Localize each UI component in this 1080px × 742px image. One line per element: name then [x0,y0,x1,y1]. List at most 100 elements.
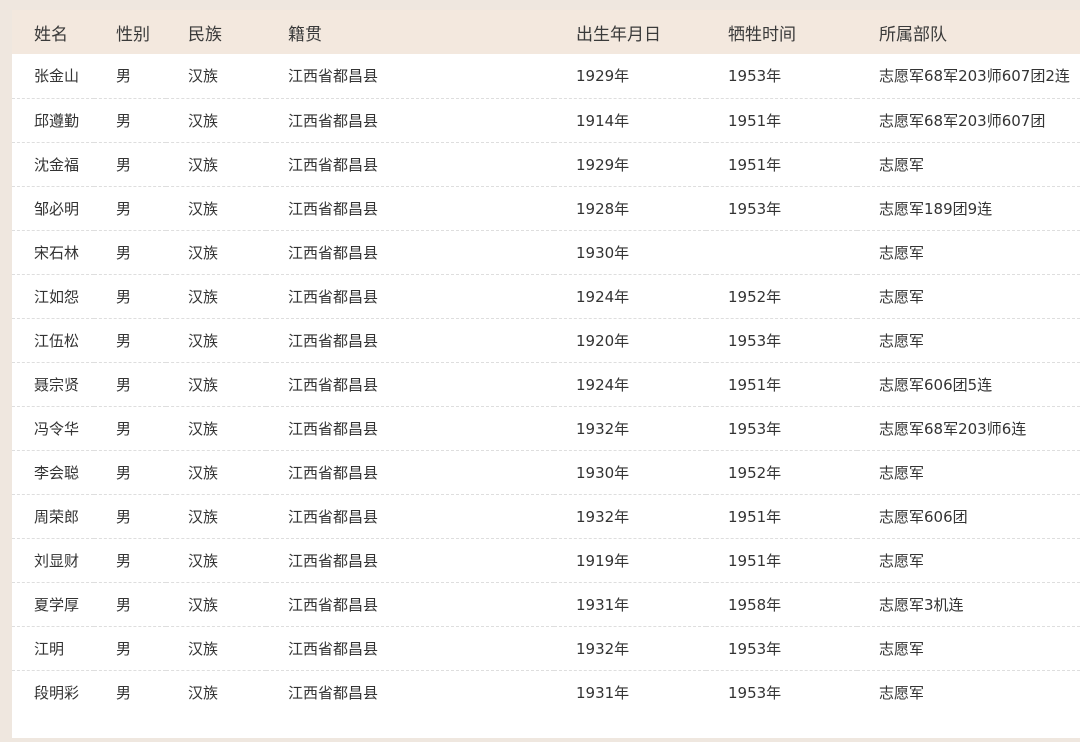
header-name: 姓名 [34,24,68,45]
table-row: 夏学厚 男 汉族 江西省都昌县 1931年 1958年 志愿军3机连 [12,582,1080,626]
cell-native-place: 江西省都昌县 [288,331,379,350]
martyr-table-panel: 姓名 性别 民族 籍贯 出生年月日 牺牲时间 所属部队 张金山男汉族 江西省都昌县… [12,10,1080,738]
header-gender: 性别 [116,24,150,45]
cell-ethnicity: 汉族 [188,419,219,438]
table-row: 冯令华 男 汉族 江西省都昌县 1932年 1953年 志愿军68军203师6连 [12,406,1080,450]
header-native-place: 籍贯 [288,24,322,45]
cell-gender: 男 [116,111,132,130]
cell-birth-date: 1929年 [576,155,630,174]
cell-birth-date: 1932年 [576,507,630,526]
cell-unit: 志愿军3机连 [879,595,964,614]
cell-unit: 志愿军 [879,639,925,658]
cell-unit: 志愿军68军203师607团2连 [879,67,1070,86]
cell-death-date: 1951年 [728,155,782,174]
cell-name: 段明彩 [34,683,80,702]
cell-death-date: 1953年 [728,67,782,86]
table-row: 宋石林 男 汉族 江西省都昌县 1930年 志愿军 [12,230,1080,274]
cell-unit: 志愿军68军203师6连 [879,419,1027,438]
table-header: 姓名 性别 民族 籍贯 出生年月日 牺牲时间 所属部队 [12,10,1080,54]
cell-death-date: 1953年 [728,199,782,218]
table-row: 邱遵勤 男 汉族 江西省都昌县 1914年 1951年 志愿军68军203师607团 [12,98,1080,142]
cell-unit: 志愿军189团9连 [879,199,993,218]
cell-birth-date: 1929年 [576,67,630,86]
cell-name: 江如怨 [34,287,80,306]
table-row: 沈金福 男 汉族 江西省都昌县 1929年 1951年 志愿军 [12,142,1080,186]
martyr-table: 姓名 性别 民族 籍贯 出生年月日 牺牲时间 所属部队 张金山男汉族 江西省都昌县… [12,10,1080,714]
cell-death-date: 1951年 [728,507,782,526]
cell-name: 刘显财 [34,551,80,570]
table-row: 刘显财 男 汉族 江西省都昌县 1919年 1951年 志愿军 [12,538,1080,582]
cell-death-date: 1958年 [728,595,782,614]
cell-native-place: 江西省都昌县 [288,551,379,570]
cell-ethnicity: 汉族 [188,67,219,86]
table-row: 张金山 男 汉族 江西省都昌县 1929年 1953年 志愿军68军203师607团2连 [12,54,1080,98]
cell-gender: 男 [116,243,132,262]
cell-gender: 男 [116,375,132,394]
cell-name: 聂宗贤 [34,375,80,394]
cell-unit: 志愿军 [879,331,925,350]
cell-name: 邱遵勤 [34,111,80,130]
cell-birth-date: 1930年 [576,243,630,262]
cell-native-place: 江西省都昌县 [288,111,379,130]
cell-unit: 志愿军68军203师607团 [879,111,1046,130]
cell-name: 周荣郎 [34,507,80,526]
cell-native-place: 江西省都昌县 [288,419,379,438]
cell-gender: 男 [116,463,132,482]
cell-gender: 男 [116,683,132,702]
cell-ethnicity: 汉族 [188,199,219,218]
cell-birth-date: 1914年 [576,111,630,130]
cell-gender: 男 [116,155,132,174]
cell-death-date: 1951年 [728,375,782,394]
cell-ethnicity: 汉族 [188,595,219,614]
cell-name: 张金山 [34,67,80,86]
cell-birth-date: 1932年 [576,639,630,658]
cell-gender: 男 [116,287,132,306]
cell-death-date: 1951年 [728,111,782,130]
cell-ethnicity: 汉族 [188,683,219,702]
cell-native-place: 江西省都昌县 [288,375,379,394]
cell-gender: 男 [116,67,132,86]
cell-death-date: 1953年 [728,331,782,350]
cell-death-date: 1952年 [728,463,782,482]
cell-gender: 男 [116,331,132,350]
cell-unit: 志愿军 [879,243,925,262]
cell-ethnicity: 汉族 [188,463,219,482]
cell-birth-date: 1920年 [576,331,630,350]
cell-ethnicity: 汉族 [188,243,219,262]
cell-birth-date: 1924年 [576,375,630,394]
cell-unit: 志愿军606团5连 [879,375,993,394]
cell-native-place: 江西省都昌县 [288,639,379,658]
cell-name: 夏学厚 [34,595,80,614]
cell-ethnicity: 汉族 [188,331,219,350]
table-row: 聂宗贤 男 汉族 江西省都昌县 1924年 1951年 志愿军606团5连 [12,362,1080,406]
cell-gender: 男 [116,199,132,218]
cell-ethnicity: 汉族 [188,155,219,174]
cell-unit: 志愿军 [879,287,925,306]
table-row: 江明 男 汉族 江西省都昌县 1932年 1953年 志愿军 [12,626,1080,670]
table-row: 周荣郎 男 汉族 江西省都昌县 1932年 1951年 志愿军606团 [12,494,1080,538]
cell-unit: 志愿军 [879,463,925,482]
cell-native-place: 江西省都昌县 [288,683,379,702]
cell-ethnicity: 汉族 [188,639,219,658]
cell-gender: 男 [116,639,132,658]
cell-death-date: 1953年 [728,419,782,438]
header-death-date: 牺牲时间 [728,24,796,45]
cell-name: 江伍松 [34,331,80,350]
cell-death-date [706,230,857,274]
table-row: 段明彩 男 汉族 江西省都昌县 1931年 1953年 志愿军 [12,670,1080,714]
cell-unit: 志愿军606团 [879,507,968,526]
cell-native-place: 江西省都昌县 [288,199,379,218]
cell-name: 李会聪 [34,463,80,482]
cell-name: 沈金福 [34,155,80,174]
cell-birth-date: 1928年 [576,199,630,218]
cell-native-place: 江西省都昌县 [288,67,379,86]
cell-death-date: 1952年 [728,287,782,306]
header-birth-date: 出生年月日 [576,24,661,45]
table-row: 李会聪 男 汉族 江西省都昌县 1930年 1952年 志愿军 [12,450,1080,494]
header-ethnicity: 民族 [188,24,222,45]
cell-ethnicity: 汉族 [188,551,219,570]
cell-name: 冯令华 [34,419,80,438]
cell-birth-date: 1931年 [576,595,630,614]
cell-name: 宋石林 [34,243,80,262]
cell-death-date: 1951年 [728,551,782,570]
